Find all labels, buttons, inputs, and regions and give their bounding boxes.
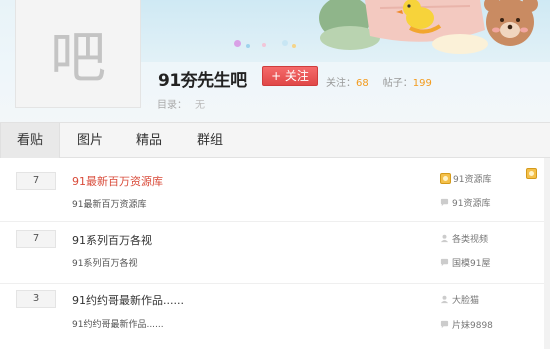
sidebar-badge-icon (526, 168, 537, 179)
thread-row[interactable]: 7 91系列百万各视 91系列百万各视 各类视频 国模91屋 (0, 222, 550, 284)
forum-title[interactable]: 91夯先生吧 (158, 66, 247, 91)
thread-abstract: 91约约哥最新作品...... (72, 320, 164, 330)
thread-row[interactable]: 3 91约约哥最新作品...... 91约约哥最新作品...... 大脸猫 片妹… (0, 284, 550, 349)
tab-posts[interactable]: 看贴 (0, 123, 60, 158)
tab-featured[interactable]: 精品 (120, 123, 178, 158)
thread-author[interactable]: 大脸猫 (440, 293, 479, 306)
tab-groups[interactable]: 群组 (180, 123, 240, 158)
reply-count: 7 (16, 172, 56, 190)
thread-abstract: 91系列百万各视 (72, 259, 138, 269)
catalog-label: 目录： (157, 100, 187, 111)
forum-stats: 关注：68 帖子：199 (326, 74, 432, 89)
last-reply[interactable]: 91资源库 (440, 196, 490, 209)
reply-bubble-icon (440, 258, 449, 267)
thread-author[interactable]: 各类视频 (440, 232, 488, 245)
tab-images[interactable]: 图片 (60, 123, 120, 158)
member-badge-icon (440, 173, 451, 184)
follow-count: 68 (356, 78, 369, 89)
author-name[interactable]: 各类视频 (452, 235, 488, 245)
last-reply[interactable]: 国模91屋 (440, 256, 490, 269)
last-reply[interactable]: 片妹9898 (440, 318, 493, 331)
follow-count-label: 关注： (326, 78, 356, 89)
user-icon (440, 234, 449, 243)
cartoon-illustration (319, 0, 538, 54)
avatar-glyph: 吧 (50, 26, 106, 91)
forum-catalog: 目录： 无 (157, 96, 205, 111)
last-reply-user[interactable]: 国模91屋 (452, 259, 490, 269)
sidebar-edge (544, 158, 550, 349)
follow-button[interactable]: + 关注 (262, 66, 318, 86)
thread-title[interactable]: 91系列百万各视 (72, 232, 152, 248)
thread-title[interactable]: 91约约哥最新作品...... (72, 292, 184, 308)
reply-bubble-icon (440, 320, 449, 329)
author-name[interactable]: 91资源库 (453, 175, 491, 185)
reply-count: 7 (16, 230, 56, 248)
last-reply-user[interactable]: 91资源库 (452, 199, 490, 209)
post-count-label: 帖子： (382, 78, 413, 89)
catalog-value: 无 (195, 100, 205, 111)
user-icon (440, 295, 449, 304)
reply-bubble-icon (440, 198, 449, 207)
reply-count: 3 (16, 290, 56, 308)
thread-abstract: 91最新百万资源库 (72, 200, 147, 210)
thread-author[interactable]: 91资源库 (440, 172, 491, 185)
author-name[interactable]: 大脸猫 (452, 296, 479, 306)
post-count: 199 (412, 78, 432, 89)
thread-title[interactable]: 91最新百万资源库 (72, 173, 163, 189)
last-reply-user[interactable]: 片妹9898 (452, 321, 493, 331)
thread-row[interactable]: 7 91最新百万资源库 91最新百万资源库 91资源库 91资源库 (0, 160, 550, 222)
forum-avatar[interactable]: 吧 (15, 0, 141, 108)
tab-bar: 看贴 图片 精品 群组 (0, 122, 550, 158)
